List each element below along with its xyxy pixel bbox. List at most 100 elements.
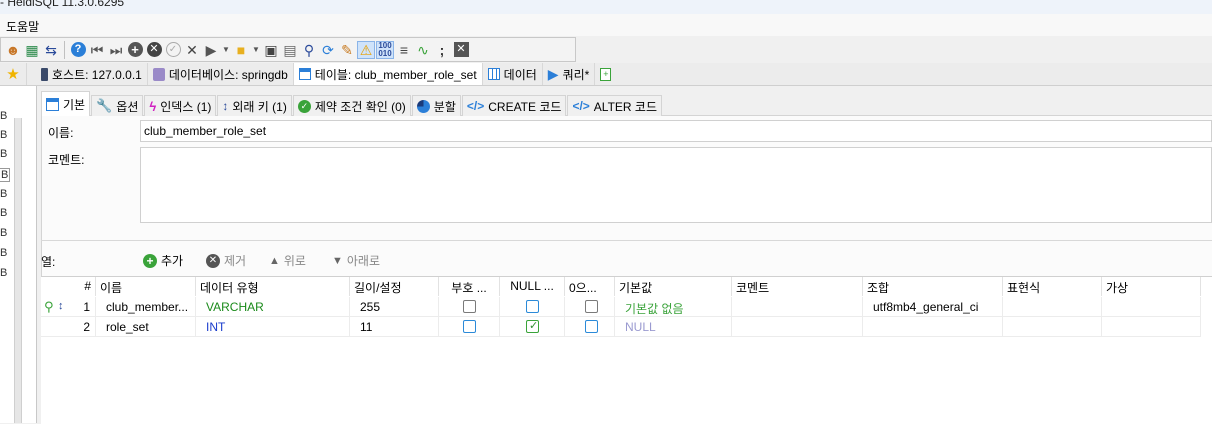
cell-comment[interactable] xyxy=(732,297,863,317)
swap-icon[interactable]: ⇆ xyxy=(42,41,60,59)
wrap-icon[interactable]: ≡ xyxy=(395,41,413,59)
tab-foreign-keys[interactable]: ↕ 외래 키 (1) xyxy=(217,95,292,116)
table-row[interactable]: ⚲ ↕ 1 xyxy=(41,297,96,317)
refresh-icon[interactable]: ⟳ xyxy=(319,41,337,59)
tab-indexes[interactable]: ϟ 인덱스 (1) xyxy=(144,95,217,116)
add-icon[interactable]: + xyxy=(126,41,144,59)
help-icon[interactable]: ? xyxy=(69,41,87,59)
cell-allow-null[interactable] xyxy=(500,297,565,317)
cancel-icon[interactable]: ✕ xyxy=(183,41,201,59)
add-column-button[interactable]: + 추가 xyxy=(143,252,183,269)
tab-basic[interactable]: 기본 xyxy=(41,91,91,116)
zerofill-checkbox[interactable] xyxy=(585,320,598,333)
cell-virtual[interactable] xyxy=(1102,317,1201,337)
cell-unsigned[interactable] xyxy=(439,297,500,317)
format-icon[interactable]: ∿ xyxy=(414,41,432,59)
cell-name[interactable]: role_set xyxy=(96,317,196,337)
tree-item[interactable]: B xyxy=(0,207,7,219)
cell-default[interactable]: NULL xyxy=(615,317,732,337)
tree-item[interactable]: B xyxy=(0,129,7,141)
last-icon[interactable]: ⏭ xyxy=(107,41,125,59)
header-virtual[interactable]: 가상 xyxy=(1102,277,1201,296)
cell-comment[interactable] xyxy=(732,317,863,337)
tab-check-constraints[interactable]: ✓ 제약 조건 확인 (0) xyxy=(292,95,411,116)
run-icon[interactable]: ▶ xyxy=(202,41,220,59)
header-data-type[interactable]: 데이터 유형 xyxy=(196,277,350,296)
warning-icon[interactable]: ⚠ xyxy=(357,40,375,59)
header-default[interactable]: 기본값 xyxy=(615,277,732,296)
cell-allow-null[interactable]: ✓ xyxy=(500,317,565,337)
find-icon[interactable]: ⚲ xyxy=(300,41,318,59)
cell-data-type[interactable]: INT xyxy=(196,317,350,337)
tree-item[interactable]: B xyxy=(0,148,7,160)
header-allow-null[interactable]: NULL ... xyxy=(500,277,565,296)
tree-item[interactable]: B xyxy=(0,188,7,200)
clean-icon[interactable]: ✎ xyxy=(338,41,356,59)
header-expression[interactable]: 표현식 xyxy=(1003,277,1102,296)
tab-database[interactable]: 데이터베이스: springdb xyxy=(148,63,294,85)
tree-item[interactable]: B xyxy=(0,267,7,279)
cell-default[interactable]: 기본값 없음 xyxy=(615,297,732,317)
tab-alter-code[interactable]: </> ALTER 코드 xyxy=(567,95,662,116)
header-number[interactable]: # xyxy=(41,277,96,296)
table-name-input[interactable]: club_member_role_set xyxy=(140,120,1212,142)
allow-null-checkbox-checked[interactable]: ✓ xyxy=(526,320,539,333)
header-name[interactable]: 이름 xyxy=(96,277,196,296)
cell-virtual[interactable] xyxy=(1102,297,1201,317)
grid-icon[interactable]: ▦ xyxy=(23,41,41,59)
cell-unsigned[interactable] xyxy=(439,317,500,337)
move-up-button[interactable]: ▲ 위로 xyxy=(269,252,306,269)
zerofill-checkbox[interactable] xyxy=(585,300,598,313)
header-zerofill[interactable]: 0으... xyxy=(565,277,615,296)
cell-collation[interactable]: utf8mb4_general_ci xyxy=(863,297,1003,317)
header-unsigned[interactable]: 부호 ... xyxy=(439,277,500,296)
tab-partitions[interactable]: 분할 xyxy=(411,95,461,116)
table-comment-input[interactable] xyxy=(140,147,1212,223)
semicolon-icon[interactable]: ; xyxy=(433,41,451,59)
cell-zerofill[interactable] xyxy=(565,297,615,317)
new-query-tab[interactable]: + xyxy=(595,63,616,85)
unsigned-checkbox[interactable] xyxy=(463,300,476,313)
remove-column-button[interactable]: ✕ 제거 xyxy=(206,252,246,269)
header-comment[interactable]: 코멘트 xyxy=(732,277,863,296)
delete-icon[interactable]: ✕ xyxy=(145,41,163,59)
tree-item[interactable]: B xyxy=(0,247,7,259)
tree-item[interactable]: B xyxy=(0,227,7,239)
cell-zerofill[interactable] xyxy=(565,317,615,337)
cell-length[interactable]: 255 xyxy=(350,297,439,317)
splitter[interactable] xyxy=(41,240,1212,241)
tab-create-code[interactable]: </> CREATE 코드 xyxy=(461,95,567,116)
menu-help[interactable]: 도움말 xyxy=(6,18,39,35)
tab-host[interactable]: 호스트: 127.0.0.1 xyxy=(27,63,148,85)
cell-data-type[interactable]: VARCHAR xyxy=(196,297,350,317)
folder-icon[interactable]: ■ xyxy=(232,41,250,59)
users-icon[interactable]: ☻ xyxy=(4,41,22,59)
folder-dropdown-icon[interactable]: ▼ xyxy=(251,41,261,59)
cell-collation[interactable] xyxy=(863,317,1003,337)
close-icon[interactable]: ✕ xyxy=(452,41,470,59)
first-icon[interactable]: ⏮ xyxy=(88,41,106,59)
run-dropdown-icon[interactable]: ▼ xyxy=(221,41,231,59)
print-icon[interactable]: ▤ xyxy=(281,41,299,59)
cell-expression[interactable] xyxy=(1003,297,1102,317)
header-length[interactable]: 길이/설정 xyxy=(350,277,439,296)
tab-query[interactable]: ▶ 쿼리* xyxy=(543,63,596,85)
save-icon[interactable]: ▣ xyxy=(262,41,280,59)
tab-data[interactable]: 데이터 xyxy=(483,63,543,85)
allow-null-checkbox[interactable] xyxy=(526,300,539,313)
cell-expression[interactable] xyxy=(1003,317,1102,337)
tree-scrollbar[interactable] xyxy=(14,118,22,423)
tree-item[interactable]: B xyxy=(0,110,7,122)
cell-name[interactable]: club_member... xyxy=(96,297,196,317)
header-collation[interactable]: 조합 xyxy=(863,277,1003,296)
table-row[interactable]: 2 xyxy=(41,317,96,337)
favorites-tab[interactable]: ★ xyxy=(0,63,27,85)
binary-icon[interactable]: 100 010 xyxy=(376,40,394,59)
confirm-icon[interactable]: ✓ xyxy=(164,41,182,59)
tree-item-selected[interactable]: B xyxy=(0,168,11,182)
tab-options[interactable]: 🔧 옵션 xyxy=(91,95,144,116)
unsigned-checkbox[interactable] xyxy=(463,320,476,333)
cell-length[interactable]: 11 xyxy=(350,317,439,337)
tab-table[interactable]: 테이블: club_member_role_set xyxy=(293,63,483,85)
move-down-button[interactable]: ▼ 아래로 xyxy=(332,252,380,269)
